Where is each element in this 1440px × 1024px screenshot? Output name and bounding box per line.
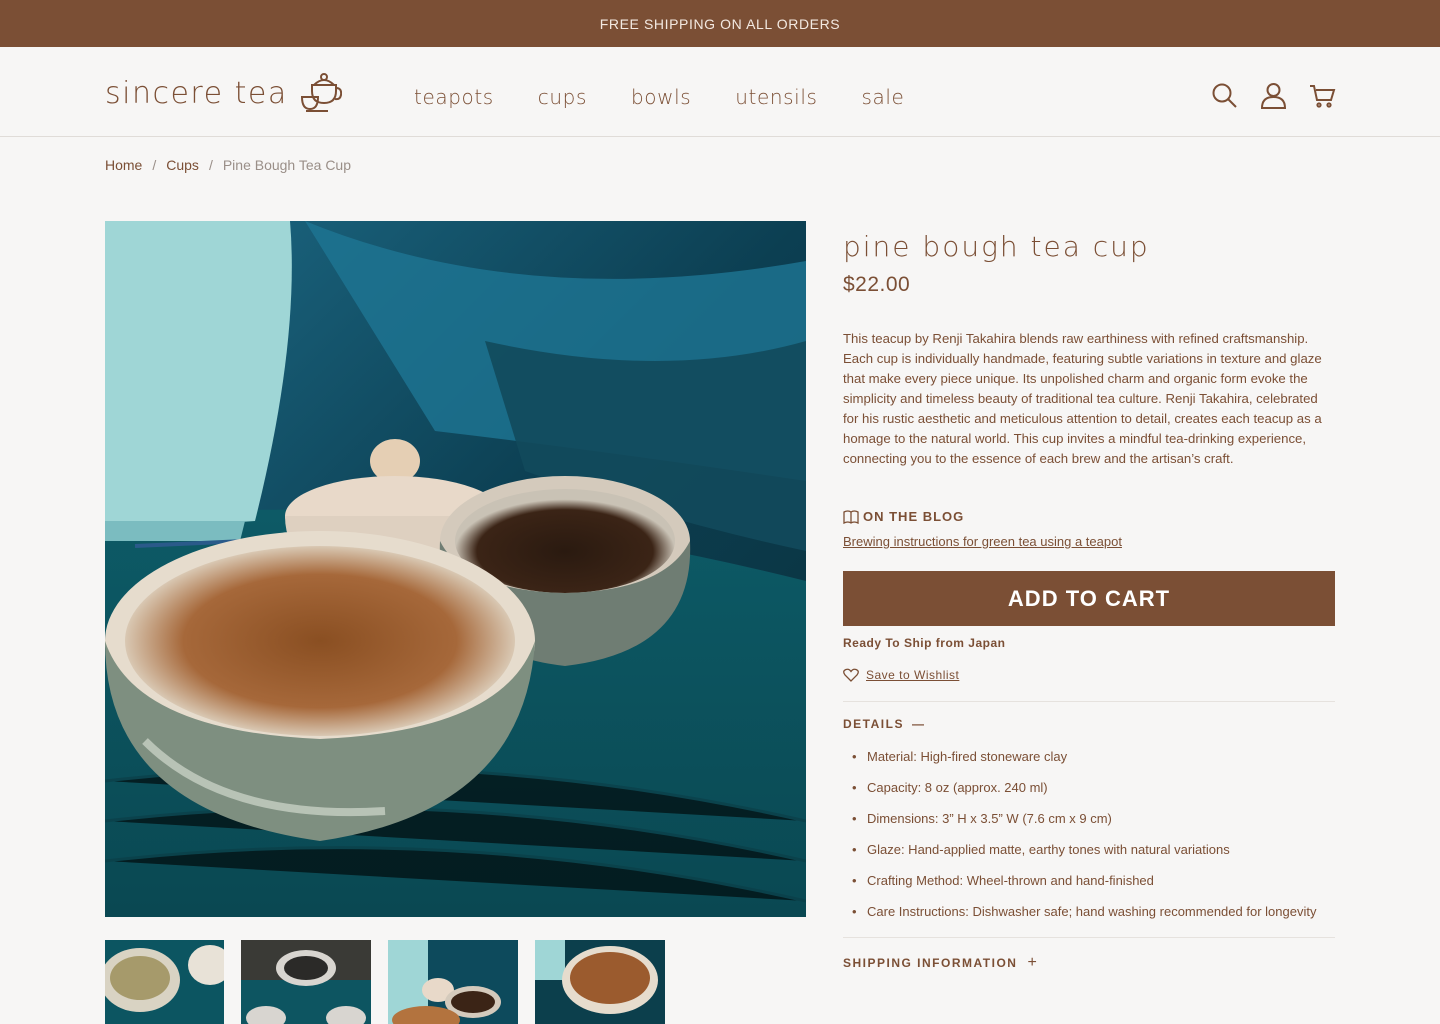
list-item: Dimensions: 3” H x 3.5” W (7.6 cm x 9 cm…	[843, 803, 1335, 834]
breadcrumb-current: Pine Bough Tea Cup	[222, 157, 352, 173]
heart-icon	[843, 668, 859, 682]
product-photo	[105, 221, 806, 917]
add-to-cart-button[interactable]: ADD TO CART	[843, 571, 1335, 626]
details-heading: DETAILS	[843, 717, 904, 731]
list-item: Crafting Method: Wheel-thrown and hand-f…	[843, 865, 1335, 896]
expand-icon: +	[1027, 954, 1039, 971]
breadcrumb: Home / Cups / Pine Bough Tea Cup	[105, 157, 351, 173]
list-item: Material: High-fired stoneware clay	[843, 741, 1335, 772]
wishlist-row[interactable]: Save to Wishlist	[843, 668, 1335, 682]
thumbnail-photo	[105, 940, 224, 1024]
account-icon[interactable]	[1260, 82, 1287, 109]
logo[interactable]: sincere tea	[105, 71, 342, 115]
details-list: Material: High-fired stoneware clay Capa…	[843, 741, 1335, 927]
thumbnail[interactable]	[535, 940, 665, 1024]
teapot-logo-icon	[300, 73, 342, 112]
product-main-image[interactable]	[105, 221, 806, 917]
site-header: sincere tea teapots cups bowls utensils …	[0, 47, 1440, 137]
collapse-icon: —	[911, 717, 926, 731]
nav-bowls[interactable]: bowls	[631, 85, 691, 109]
blog-heading-text: ON THE BLOG	[863, 509, 965, 524]
header-actions	[1211, 82, 1336, 109]
divider	[843, 701, 1335, 702]
thumbnail-photo	[388, 940, 518, 1024]
nav-teapots[interactable]: teapots	[414, 85, 494, 109]
breadcrumb-separator: /	[152, 157, 157, 173]
main-nav: teapots cups bowls utensils sale	[414, 85, 948, 109]
divider	[843, 937, 1335, 938]
breadcrumb-cups[interactable]: Cups	[166, 157, 199, 173]
thumbnail-photo	[535, 940, 665, 1024]
list-item: Glaze: Hand-applied matte, earthy tones …	[843, 834, 1335, 865]
product-title: pine bough tea cup	[843, 230, 1150, 263]
thumbnail-gallery	[105, 940, 665, 1024]
details-toggle[interactable]: DETAILS —	[843, 717, 1335, 731]
blog-link[interactable]: Brewing instructions for green tea using…	[843, 534, 1122, 549]
announcement-bar: FREE SHIPPING ON ALL ORDERS	[0, 0, 1440, 47]
book-icon	[843, 509, 859, 524]
thumbnail-photo	[241, 940, 371, 1024]
product-info: pine bough tea cup $22.00 This teacup by…	[843, 230, 1335, 972]
blog-heading: ON THE BLOG	[843, 509, 1335, 524]
save-to-wishlist-link[interactable]: Save to Wishlist	[866, 668, 959, 682]
list-item: Capacity: 8 oz (approx. 240 ml)	[843, 772, 1335, 803]
logo-text: sincere tea	[105, 75, 288, 111]
ship-status: Ready To Ship from Japan	[843, 636, 1006, 650]
cart-icon[interactable]	[1309, 82, 1336, 109]
thumbnail[interactable]	[105, 940, 224, 1024]
nav-cups[interactable]: cups	[538, 85, 587, 109]
breadcrumb-home[interactable]: Home	[105, 157, 142, 173]
search-icon[interactable]	[1211, 82, 1238, 109]
product-price: $22.00	[843, 273, 911, 296]
thumbnail[interactable]	[241, 940, 371, 1024]
product-description: This teacup by Renji Takahira blends raw…	[843, 331, 1322, 466]
shipping-toggle[interactable]: SHIPPING INFORMATION +	[843, 954, 1335, 972]
announcement-text: FREE SHIPPING ON ALL ORDERS	[599, 15, 841, 32]
breadcrumb-separator: /	[208, 157, 213, 173]
thumbnail[interactable]	[388, 940, 518, 1024]
list-item: Care Instructions: Dishwasher safe; hand…	[843, 896, 1335, 927]
nav-utensils[interactable]: utensils	[735, 85, 817, 109]
shipping-heading: SHIPPING INFORMATION	[843, 956, 1018, 970]
nav-sale[interactable]: sale	[862, 85, 905, 109]
